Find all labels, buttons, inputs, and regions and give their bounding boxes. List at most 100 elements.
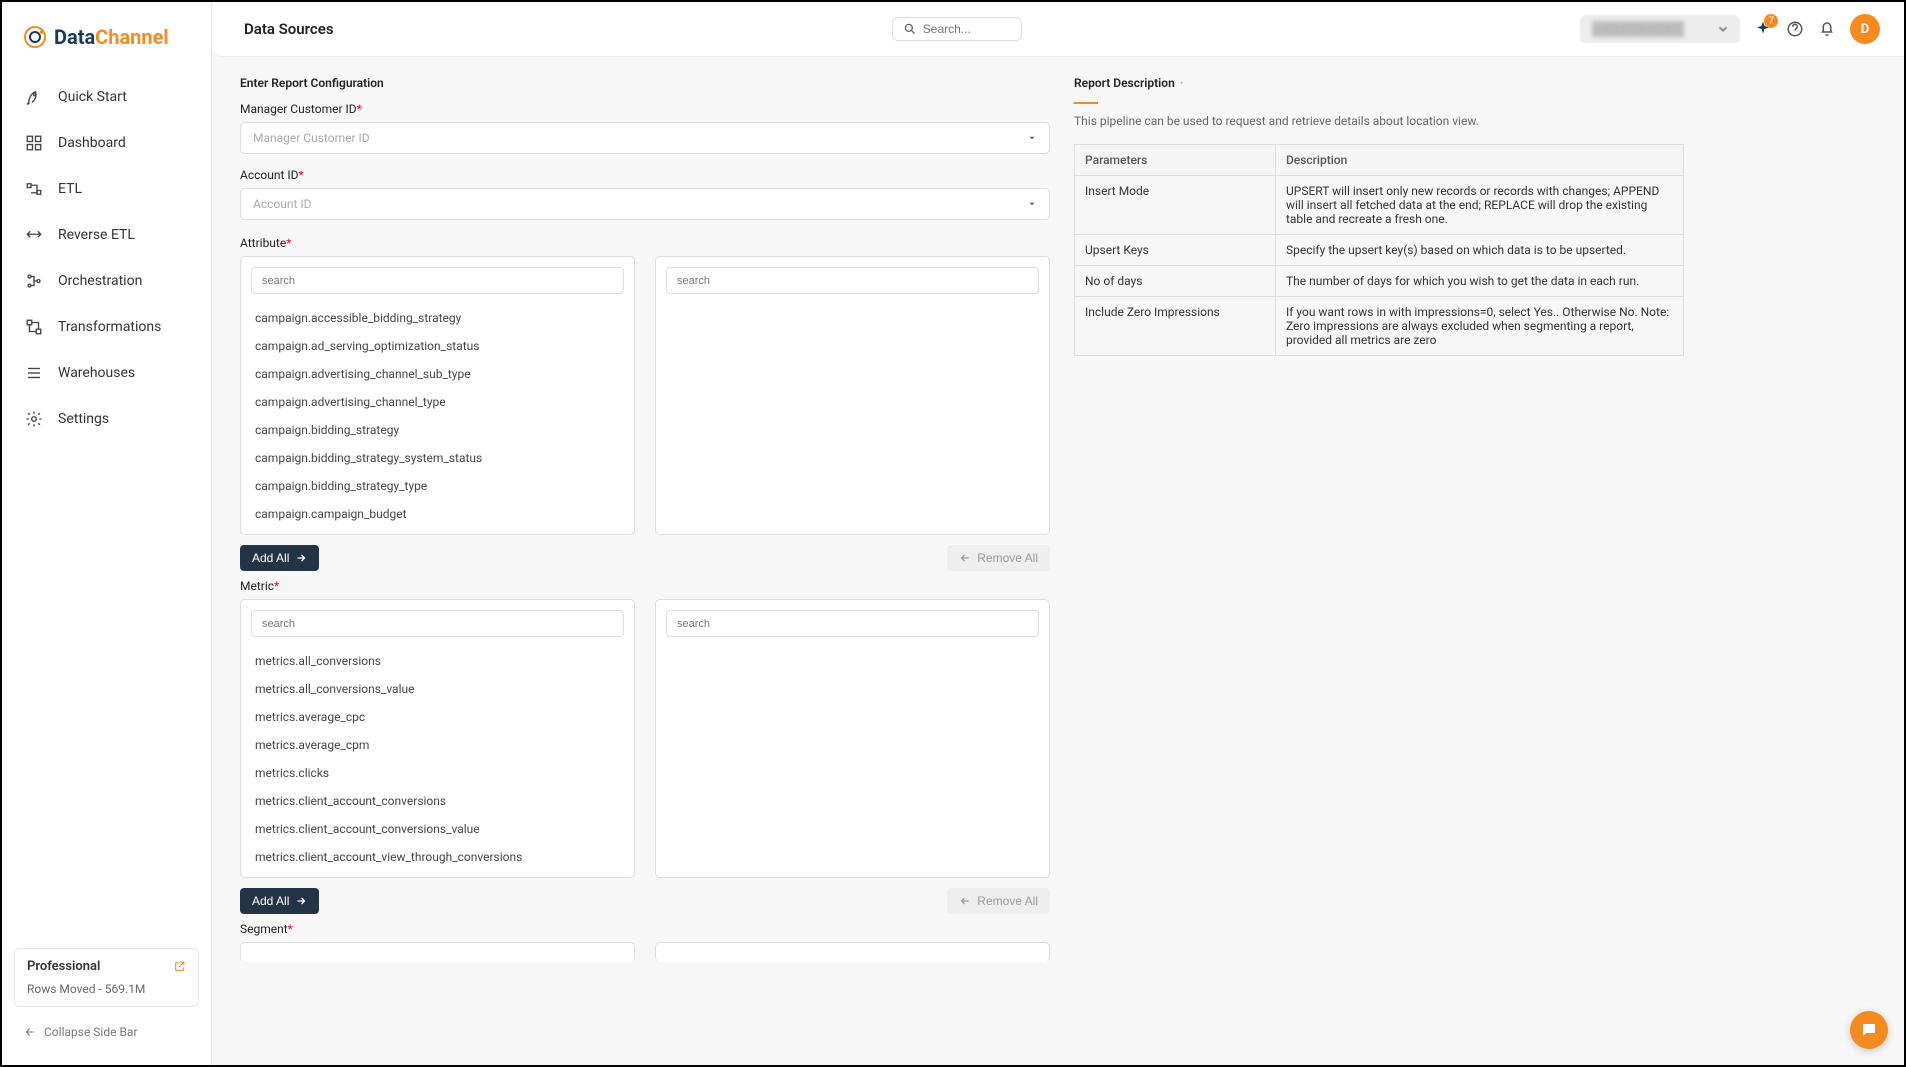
rocket-icon xyxy=(24,87,44,107)
account-label: Account ID xyxy=(240,168,299,182)
search-input[interactable] xyxy=(923,22,1011,36)
external-link-icon[interactable] xyxy=(173,960,186,973)
attribute-add-all-button[interactable]: Add All xyxy=(240,545,319,571)
chevron-down-icon xyxy=(1716,22,1730,36)
config-title: Enter Report Configuration xyxy=(240,76,1050,90)
workspace-selector[interactable]: ██████████ xyxy=(1580,15,1740,43)
list-item[interactable]: campaign.advertising_channel_sub_type xyxy=(241,360,634,388)
list-item[interactable]: metrics.average_cpm xyxy=(241,731,634,759)
param-desc: If you want rows in with impressions=0, … xyxy=(1275,297,1683,356)
table-header-parameters: Parameters xyxy=(1075,145,1276,176)
metric-remove-all-button[interactable]: Remove All xyxy=(947,888,1050,914)
table-row: Include Zero ImpressionsIf you want rows… xyxy=(1075,297,1684,356)
table-header-description: Description xyxy=(1275,145,1683,176)
list-item[interactable]: metrics.client_account_conversions_value xyxy=(241,815,634,843)
sidebar-item-settings[interactable]: Settings xyxy=(2,396,211,442)
nav: Quick Start Dashboard ETL Reverse ETL Or… xyxy=(2,66,211,936)
list-item[interactable]: metrics.average_cpc xyxy=(241,703,634,731)
global-search[interactable] xyxy=(892,17,1022,41)
plan-card: Professional Rows Moved - 569.1M xyxy=(14,948,199,1007)
list-item[interactable]: campaign.bidding_strategy_type xyxy=(241,472,634,500)
report-description-panel: Report Description · This pipeline can b… xyxy=(1074,76,1684,1045)
reverse-flow-icon xyxy=(24,225,44,245)
sidebar-item-dashboard[interactable]: Dashboard xyxy=(2,120,211,166)
segment-selected-list xyxy=(655,942,1050,962)
gear-icon xyxy=(24,409,44,429)
list-item[interactable]: metrics.cost_micros xyxy=(241,871,634,877)
segment-available-list xyxy=(240,942,635,962)
sidebar-item-label: ETL xyxy=(58,181,82,197)
chat-fab-button[interactable] xyxy=(1850,1011,1888,1049)
logo: DataChannel xyxy=(2,2,211,66)
attribute-remove-all-button[interactable]: Remove All xyxy=(947,545,1050,571)
collapse-sidebar-button[interactable]: Collapse Side Bar xyxy=(14,1017,199,1053)
plan-rows-moved: Rows Moved - 569.1M xyxy=(27,982,186,996)
sparkle-button[interactable]: 7 xyxy=(1754,20,1772,38)
attribute-available-list: campaign.accessible_bidding_strategycamp… xyxy=(240,256,635,535)
param-name: Include Zero Impressions xyxy=(1075,297,1276,356)
chevron-down-icon xyxy=(1027,133,1037,143)
sidebar: DataChannel Quick Start Dashboard ETL Re… xyxy=(2,2,212,1065)
sidebar-item-etl[interactable]: ETL xyxy=(2,166,211,212)
parameters-table: Parameters Description Insert ModeUPSERT… xyxy=(1074,144,1684,356)
title-divider xyxy=(1074,102,1098,104)
list-item[interactable]: metrics.all_conversions_value xyxy=(241,675,634,703)
sidebar-item-reverse-etl[interactable]: Reverse ETL xyxy=(2,212,211,258)
plan-name: Professional xyxy=(27,959,100,974)
attribute-selected-list xyxy=(655,256,1050,535)
list-item[interactable]: metrics.client_account_conversions xyxy=(241,787,634,815)
param-name: Upsert Keys xyxy=(1075,235,1276,266)
sidebar-item-label: Quick Start xyxy=(58,89,127,105)
metric-label: Metric xyxy=(240,579,274,593)
list-item[interactable]: campaign.advertising_channel_type xyxy=(241,388,634,416)
list-item[interactable]: metrics.clicks xyxy=(241,759,634,787)
list-item[interactable]: campaign.accessible_bidding_strategy xyxy=(241,304,634,332)
list-item[interactable]: campaign.create_time xyxy=(241,528,634,534)
manager-customer-id-select[interactable]: Manager Customer ID xyxy=(240,122,1050,154)
chevron-down-icon xyxy=(1027,199,1037,209)
topbar: Data Sources ██████████ 7 D xyxy=(212,2,1904,56)
collapse-icon xyxy=(24,1026,36,1038)
notification-badge: 7 xyxy=(1764,14,1778,28)
table-row: Insert ModeUPSERT will insert only new r… xyxy=(1075,176,1684,235)
metric-selected-list xyxy=(655,599,1050,878)
sidebar-item-warehouses[interactable]: Warehouses xyxy=(2,350,211,396)
attribute-selected-search[interactable] xyxy=(677,275,1028,287)
sidebar-item-quick-start[interactable]: Quick Start xyxy=(2,74,211,120)
list-item[interactable]: campaign.bidding_strategy_system_status xyxy=(241,444,634,472)
list-item[interactable]: campaign.campaign_budget xyxy=(241,500,634,528)
param-name: Insert Mode xyxy=(1075,176,1276,235)
manager-label: Manager Customer ID xyxy=(240,102,357,116)
flow-icon xyxy=(24,179,44,199)
database-icon xyxy=(24,363,44,383)
list-item[interactable]: campaign.ad_serving_optimization_status xyxy=(241,332,634,360)
sidebar-item-label: Orchestration xyxy=(58,273,142,289)
page-title: Data Sources xyxy=(244,20,334,38)
sidebar-item-label: Reverse ETL xyxy=(58,227,135,243)
list-item[interactable]: metrics.all_conversions xyxy=(241,647,634,675)
description-title: Report Description · xyxy=(1074,76,1684,90)
sidebar-item-transformations[interactable]: Transformations xyxy=(2,304,211,350)
account-id-select[interactable]: Account ID xyxy=(240,188,1050,220)
segment-label: Segment xyxy=(240,922,288,936)
metric-selected-search[interactable] xyxy=(677,618,1028,630)
bell-button[interactable] xyxy=(1818,20,1836,38)
sidebar-item-orchestration[interactable]: Orchestration xyxy=(2,258,211,304)
metric-available-list: metrics.all_conversionsmetrics.all_conve… xyxy=(240,599,635,878)
sidebar-item-label: Dashboard xyxy=(58,135,126,151)
attribute-available-search[interactable] xyxy=(262,275,613,287)
logo-text: DataChannel xyxy=(54,25,169,49)
table-row: Upsert KeysSpecify the upsert key(s) bas… xyxy=(1075,235,1684,266)
help-button[interactable] xyxy=(1786,20,1804,38)
collapse-label: Collapse Side Bar xyxy=(44,1025,138,1039)
param-name: No of days xyxy=(1075,266,1276,297)
avatar[interactable]: D xyxy=(1850,14,1880,44)
attribute-label: Attribute xyxy=(240,236,286,250)
list-item[interactable]: campaign.bidding_strategy xyxy=(241,416,634,444)
grid-icon xyxy=(24,133,44,153)
metric-available-search[interactable] xyxy=(262,618,613,630)
metric-add-all-button[interactable]: Add All xyxy=(240,888,319,914)
sidebar-item-label: Warehouses xyxy=(58,365,135,381)
list-item[interactable]: metrics.client_account_view_through_conv… xyxy=(241,843,634,871)
description-text: This pipeline can be used to request and… xyxy=(1074,114,1684,128)
